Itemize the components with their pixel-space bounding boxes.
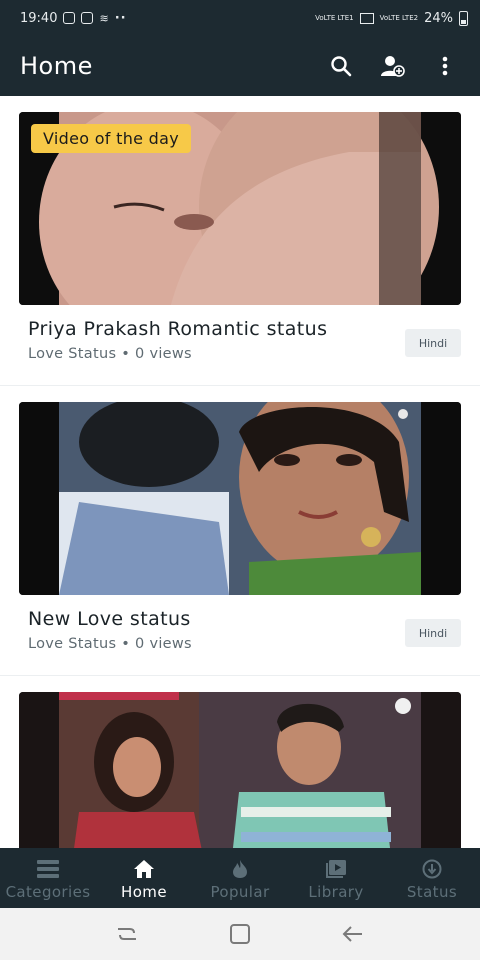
page-title: Home [20,52,93,80]
bottom-navigation: Categories Home Popular Library Status [0,848,480,908]
signal-icon [359,12,374,24]
video-title[interactable]: Priya Prakash Romantic status [28,318,327,340]
download-icon [422,858,442,880]
home-button-icon[interactable] [220,914,260,954]
status-more: ·· [114,10,127,26]
battery-percent: 24% [424,10,453,26]
instagram-icon [63,12,76,24]
video-views: 0 views [135,346,192,362]
nav-item-categories[interactable]: Categories [0,848,96,908]
instagram-icon [81,12,94,24]
video-views: 0 views [135,636,192,652]
video-category: Love Status [28,636,117,652]
nav-label: Popular [210,883,270,901]
search-icon[interactable] [326,51,356,81]
video-card[interactable]: New Love status Love Status • 0 views Hi… [0,386,480,676]
video-title[interactable]: New Love status [28,608,191,630]
video-card[interactable]: Video of the day Priya Prakash Romantic … [0,96,480,386]
video-of-the-day-badge: Video of the day [31,124,191,153]
app-bar: Home [0,36,480,96]
flame-icon [233,858,247,880]
video-card[interactable] [0,676,480,848]
system-navigation-bar [0,908,480,960]
battery-icon [459,10,468,26]
nav-label: Categories [5,883,91,901]
account-add-icon[interactable] [378,51,408,81]
library-icon [326,858,346,880]
nav-item-status[interactable]: Status [384,848,480,908]
video-meta: Love Status • 0 views [28,636,192,652]
language-chip[interactable]: Hindi [405,329,461,357]
meta-separator: • [121,636,131,652]
network-1-label: VoLTE LTE1 [315,14,354,22]
status-bar: 19:40 ≋ ·· VoLTE LTE1 VoLTE LTE2 24% [0,0,480,36]
notification-icon: ≋ [99,11,109,25]
video-thumbnail[interactable]: Video of the day [19,112,461,305]
more-vert-icon[interactable] [430,51,460,81]
nav-label: Library [308,883,364,901]
meta-separator: • [121,346,131,362]
nav-label: Home [121,883,167,901]
nav-item-library[interactable]: Library [288,848,384,908]
nav-item-popular[interactable]: Popular [192,848,288,908]
video-thumbnail[interactable] [19,402,461,595]
video-feed[interactable]: Video of the day Priya Prakash Romantic … [0,96,480,848]
video-category: Love Status [28,346,117,362]
video-thumbnail[interactable] [19,692,461,848]
video-meta: Love Status • 0 views [28,346,192,362]
nav-item-home[interactable]: Home [96,848,192,908]
back-icon[interactable] [333,914,373,954]
nav-label: Status [406,883,458,901]
categories-icon [37,858,59,880]
recents-icon[interactable] [107,914,147,954]
status-time: 19:40 [20,10,58,26]
network-2-label: VoLTE LTE2 [379,14,419,22]
home-icon [134,858,154,880]
language-chip[interactable]: Hindi [405,619,461,647]
